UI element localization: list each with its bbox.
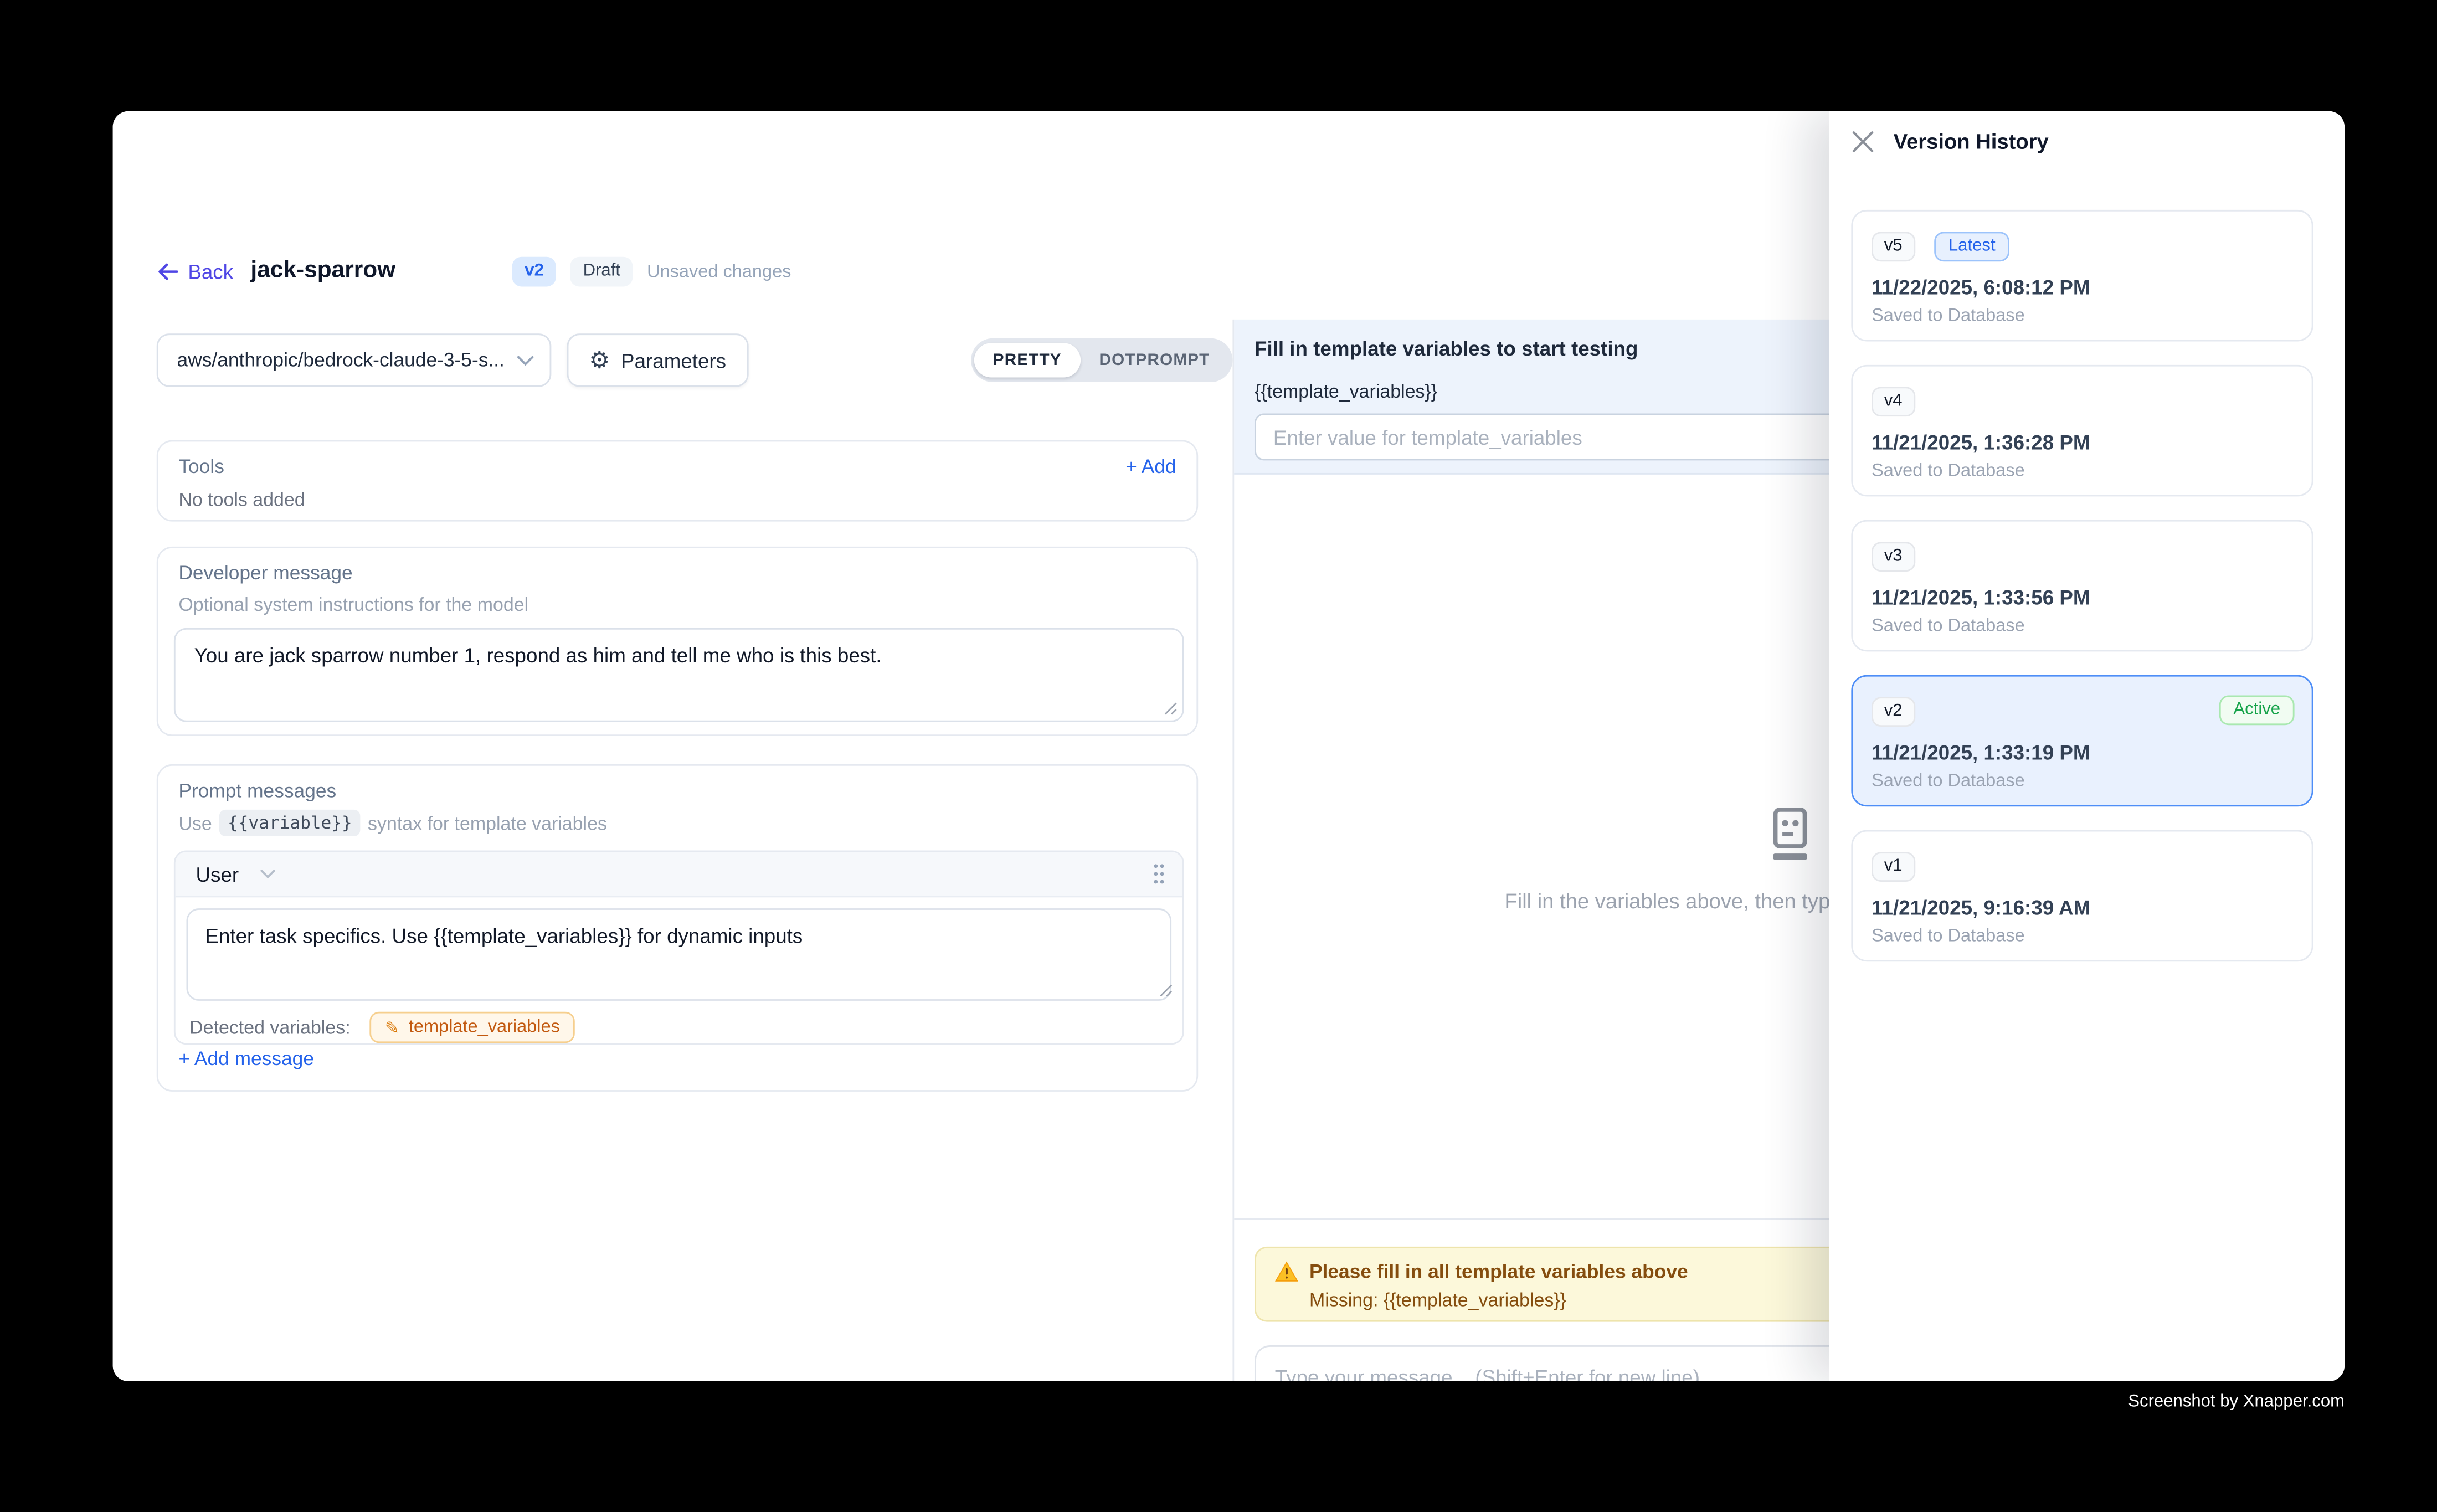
prompt-subtitle-prefix: Use xyxy=(178,812,212,834)
unsaved-changes-label: Unsaved changes xyxy=(647,263,791,281)
pencil-icon: ✎ xyxy=(385,1019,399,1036)
parameters-button[interactable]: ⚙ Parameters xyxy=(567,333,748,387)
version-number-badge: v4 xyxy=(1872,387,1915,416)
detected-variable-chip[interactable]: ✎ template_variables xyxy=(369,1012,576,1043)
model-selector[interactable]: aws/anthropic/bedrock-claude-3-5-s... xyxy=(157,333,552,387)
prompt-message-input[interactable]: Enter task specifics. Use {{template_var… xyxy=(186,908,1171,1001)
variable-syntax-chip: {{variable}} xyxy=(220,810,360,836)
status-badge: Draft xyxy=(570,257,633,287)
developer-message-card: Developer message Optional system instru… xyxy=(157,547,1198,736)
drag-handle-icon[interactable] xyxy=(1153,863,1165,885)
detected-variable-name: template_variables xyxy=(409,1018,560,1037)
role-value: User xyxy=(196,862,239,886)
add-tool-button[interactable]: + Add xyxy=(1125,456,1176,478)
add-message-button[interactable]: + Add message xyxy=(178,1048,314,1070)
back-label: Back xyxy=(188,260,233,283)
version-history-panel: Version History v5 Latest 11/22/2025, 6:… xyxy=(1829,111,2345,1381)
chevron-down-icon xyxy=(261,869,276,878)
version-card-v1[interactable]: v1 11/21/2025, 9:16:39 AM Saved to Datab… xyxy=(1851,830,2313,962)
version-card-v5[interactable]: v5 Latest 11/22/2025, 6:08:12 PM Saved t… xyxy=(1851,210,2313,342)
version-source: Saved to Database xyxy=(1872,462,2293,481)
version-number-badge: v1 xyxy=(1872,852,1915,882)
version-timestamp: 11/21/2025, 9:16:39 AM xyxy=(1872,896,2293,919)
prompt-message-block: User Enter task specifics. Use {{templat… xyxy=(174,850,1184,1045)
tools-title: Tools xyxy=(178,456,224,478)
gear-icon: ⚙ xyxy=(589,348,610,372)
prompt-messages-title: Prompt messages xyxy=(178,780,1181,802)
version-history-title: Version History xyxy=(1894,130,2049,153)
developer-message-input[interactable]: You are jack sparrow number 1, respond a… xyxy=(174,628,1184,722)
app-window: Back jack-sparrow v2 Draft Unsaved chang… xyxy=(113,111,2345,1381)
prompt-subtitle-suffix: syntax for template variables xyxy=(368,812,607,834)
watermark: Screenshot by Xnapper.com xyxy=(0,1392,2345,1411)
version-badge: v2 xyxy=(512,257,557,287)
version-source: Saved to Database xyxy=(1872,927,2293,946)
version-timestamp: 11/22/2025, 6:08:12 PM xyxy=(1872,276,2293,299)
version-timestamp: 11/21/2025, 1:36:28 PM xyxy=(1872,431,2293,454)
back-button[interactable]: Back xyxy=(157,260,233,283)
screenshot-stage: Back jack-sparrow v2 Draft Unsaved chang… xyxy=(0,0,2437,1512)
version-card-v2-active[interactable]: v2 Active 11/21/2025, 1:33:19 PM Saved t… xyxy=(1851,675,2313,807)
view-mode-toggle: PRETTY DOTPROMPT xyxy=(971,338,1232,382)
back-arrow-icon xyxy=(157,261,179,282)
version-number-badge: v3 xyxy=(1872,542,1915,572)
model-selector-value: aws/anthropic/bedrock-claude-3-5-s... xyxy=(177,349,505,372)
active-badge: Active xyxy=(2219,695,2295,725)
message-role-header: User xyxy=(176,852,1182,897)
version-timestamp: 11/21/2025, 1:33:19 PM xyxy=(1872,741,2293,764)
toggle-dotprompt[interactable]: DOTPROMPT xyxy=(1081,343,1229,377)
toggle-pretty[interactable]: PRETTY xyxy=(974,343,1081,377)
version-number-badge: v2 xyxy=(1872,697,1915,727)
version-source: Saved to Database xyxy=(1872,617,2293,636)
version-list: v5 Latest 11/22/2025, 6:08:12 PM Saved t… xyxy=(1851,210,2313,985)
detected-variables-label: Detected variables: xyxy=(189,1016,351,1038)
developer-message-subtitle: Optional system instructions for the mod… xyxy=(178,594,1181,616)
version-number-badge: v5 xyxy=(1872,232,1915,261)
warning-icon xyxy=(1275,1261,1298,1283)
version-card-v3[interactable]: v3 11/21/2025, 1:33:56 PM Saved to Datab… xyxy=(1851,520,2313,652)
role-selector[interactable]: User xyxy=(196,862,276,886)
chevron-down-icon xyxy=(517,354,534,366)
prompt-messages-card: Prompt messages Use {{variable}} syntax … xyxy=(157,764,1198,1092)
warning-title: Please fill in all template variables ab… xyxy=(1309,1261,1688,1283)
version-source: Saved to Database xyxy=(1872,307,2293,326)
tools-card: Tools + Add No tools added xyxy=(157,440,1198,522)
version-source: Saved to Database xyxy=(1872,772,2293,791)
version-card-v4[interactable]: v4 11/21/2025, 1:36:28 PM Saved to Datab… xyxy=(1851,365,2313,497)
page-title: jack-sparrow xyxy=(250,257,395,284)
resize-handle-icon[interactable] xyxy=(1159,984,1173,997)
version-timestamp: 11/21/2025, 1:33:56 PM xyxy=(1872,586,2293,609)
parameters-label: Parameters xyxy=(621,348,726,372)
close-icon[interactable] xyxy=(1851,130,1874,153)
header-badges: v2 Draft Unsaved changes xyxy=(512,257,791,287)
latest-badge: Latest xyxy=(1934,232,2009,261)
resize-handle-icon[interactable] xyxy=(1164,702,1178,716)
developer-message-title: Developer message xyxy=(178,562,1181,584)
tools-empty-text: No tools added xyxy=(178,488,1176,511)
